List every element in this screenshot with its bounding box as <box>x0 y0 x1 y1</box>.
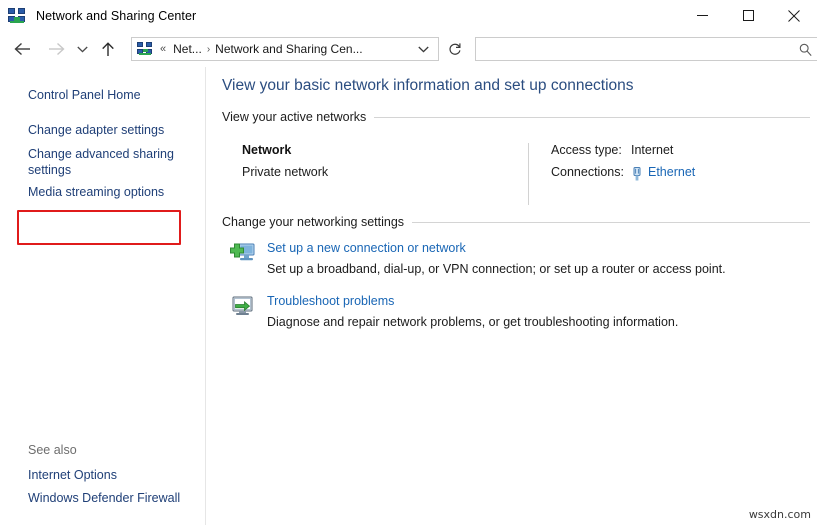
access-type-label: Access type: <box>551 143 622 157</box>
chevron-down-icon[interactable] <box>73 36 91 62</box>
network-name: Network <box>242 143 291 157</box>
task-description: Set up a broadband, dial-up, or VPN conn… <box>267 262 726 276</box>
back-arrow-icon[interactable] <box>9 36 35 62</box>
highlight-annotation-box <box>17 210 181 245</box>
network-icon <box>7 6 27 26</box>
sidebar-item-change-adapter-settings[interactable]: Change adapter settings <box>28 122 164 138</box>
address-overflow-icon[interactable]: « <box>160 44 166 55</box>
search-icon[interactable] <box>799 43 812 56</box>
refresh-icon[interactable] <box>441 37 469 61</box>
see-also-heading: See also <box>28 443 77 457</box>
window-title: Network and Sharing Center <box>36 9 196 23</box>
vertical-divider <box>528 143 529 205</box>
forward-arrow-icon <box>43 36 69 62</box>
network-type: Private network <box>242 165 328 179</box>
sidebar: Control Panel Home Change adapter settin… <box>0 67 206 525</box>
search-input[interactable] <box>476 42 799 56</box>
main-panel: View your basic network information and … <box>206 67 817 525</box>
section-label: View your active networks <box>222 110 366 124</box>
breadcrumb-item-sharing-center[interactable]: Network and Sharing Cen... <box>215 42 362 56</box>
watermark: wsxdn.com <box>749 508 811 521</box>
section-divider <box>374 117 810 118</box>
maximize-button[interactable] <box>725 0 771 31</box>
access-type-value: Internet <box>631 143 673 157</box>
section-header-active-networks: View your active networks <box>222 110 810 124</box>
sidebar-item-media-streaming-options[interactable]: Media streaming options <box>28 184 164 200</box>
network-icon <box>137 41 153 57</box>
section-divider <box>412 222 810 223</box>
section-header-networking-settings: Change your networking settings <box>222 215 810 229</box>
breadcrumb-separator-icon: › <box>207 44 210 55</box>
address-bar[interactable]: « Net... › Network and Sharing Cen... <box>131 37 439 61</box>
sidebar-item-internet-options[interactable]: Internet Options <box>28 467 117 483</box>
window-controls <box>679 0 817 31</box>
connections-label: Connections: <box>551 165 624 179</box>
ethernet-icon <box>631 167 643 181</box>
content-area: Control Panel Home Change adapter settin… <box>0 67 817 525</box>
new-connection-icon <box>230 242 256 266</box>
connections-ethernet-link[interactable]: Ethernet <box>648 165 695 179</box>
active-network-block: Network Private network Access type: Int… <box>242 143 812 205</box>
section-label: Change your networking settings <box>222 215 404 229</box>
sidebar-item-change-advanced-sharing-settings[interactable]: Change advanced sharing settings <box>28 146 176 178</box>
close-button[interactable] <box>771 0 817 31</box>
sidebar-item-control-panel-home[interactable]: Control Panel Home <box>28 87 141 103</box>
minimize-button[interactable] <box>679 0 725 31</box>
up-arrow-icon[interactable] <box>95 36 121 62</box>
task-description: Diagnose and repair network problems, or… <box>267 315 678 329</box>
search-box[interactable] <box>475 37 817 61</box>
troubleshoot-icon <box>230 295 256 319</box>
breadcrumb-item-network[interactable]: Net... <box>173 42 202 56</box>
chevron-down-icon[interactable] <box>418 46 429 53</box>
task-link-set-up-new-connection[interactable]: Set up a new connection or network <box>267 241 466 255</box>
task-link-troubleshoot-problems[interactable]: Troubleshoot problems <box>267 294 394 308</box>
title-bar: Network and Sharing Center <box>0 0 817 31</box>
page-title: View your basic network information and … <box>222 77 634 95</box>
sidebar-item-windows-defender-firewall[interactable]: Windows Defender Firewall <box>28 490 180 506</box>
navigation-toolbar: « Net... › Network and Sharing Cen... <box>0 31 817 67</box>
